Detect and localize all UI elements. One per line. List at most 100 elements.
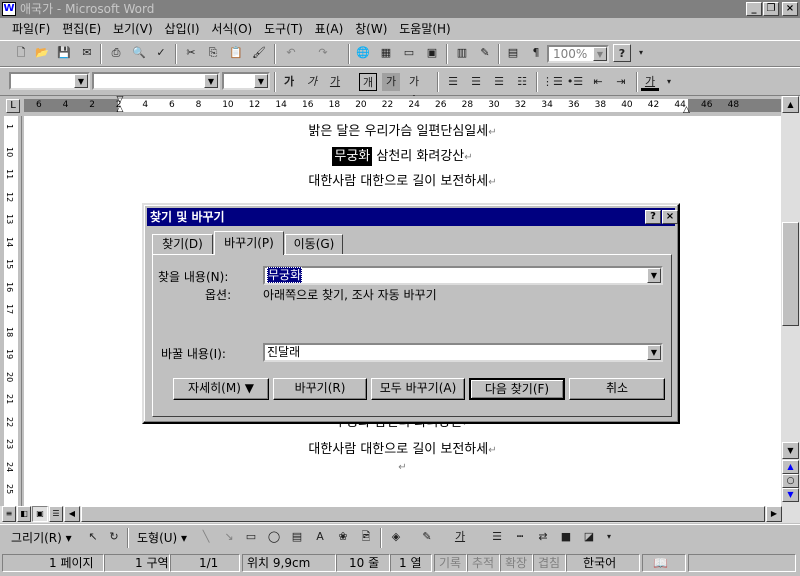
vertical-ruler[interactable]: 1 10 11 12 13 14 15 16 17 18 19 20 21 22 23 24 25 [0, 116, 22, 506]
dialog-help-icon[interactable]: ? [645, 210, 661, 224]
menu-edit[interactable]: 편집(E) [58, 18, 105, 40]
status-language[interactable]: 한국어 [566, 554, 640, 572]
insert-table-icon[interactable]: ▭ [400, 44, 418, 62]
align-right-icon[interactable]: ☰ [490, 73, 508, 91]
print-preview-icon[interactable]: 🔍 [130, 44, 148, 62]
replace-with-input[interactable]: 진달래 ▼ [263, 343, 663, 362]
menu-window[interactable]: 창(W) [351, 18, 391, 40]
rectangle-icon[interactable]: ▭ [242, 528, 260, 546]
clipart-icon[interactable]: ❀ [334, 528, 352, 546]
spelling-icon[interactable]: ✓ [152, 44, 170, 62]
format-painter-icon[interactable]: 🖌 [250, 44, 268, 62]
align-center-icon[interactable]: ☰ [467, 73, 485, 91]
chevron-down-icon[interactable]: ▼ [647, 345, 661, 360]
bold-button[interactable]: 가 [280, 73, 298, 91]
document-map-icon[interactable]: ▤ [504, 44, 522, 62]
word-app-icon[interactable]: W [2, 2, 16, 16]
status-ext[interactable]: 확장 [500, 554, 533, 572]
more-button[interactable]: 자세히(M) ▼ [173, 378, 269, 400]
line-color-icon[interactable]: ✎ [418, 528, 436, 546]
next-page-icon[interactable]: ▼ [782, 488, 799, 502]
columns-icon[interactable]: ▥ [453, 44, 471, 62]
chevron-down-icon[interactable]: ▼ [647, 268, 661, 283]
horizontal-scrollbar[interactable]: ≡ ◧ ▣ ☰ ◀ ▶ [0, 506, 800, 523]
find-what-input[interactable]: 무궁화 ▼ [263, 266, 663, 285]
oval-icon[interactable]: ◯ [265, 528, 283, 546]
paste-icon[interactable]: 📋 [227, 44, 245, 62]
tab-replace[interactable]: 바꾸기(P) [214, 231, 284, 255]
drawing-icon[interactable]: ✎ [476, 44, 494, 62]
previous-page-icon[interactable]: ▲ [782, 460, 799, 474]
close-icon[interactable]: × [782, 2, 798, 16]
scroll-right-icon[interactable]: ▶ [766, 506, 782, 522]
3d-icon[interactable]: ◪ [580, 528, 598, 546]
menu-format[interactable]: 서식(O) [207, 18, 256, 40]
font-color-button[interactable]: 가 [641, 73, 659, 91]
chevron-down-icon[interactable]: ▼ [204, 74, 218, 88]
cancel-button[interactable]: 취소 [569, 378, 665, 400]
restore-icon[interactable]: ❐ [763, 2, 779, 16]
char-border-button[interactable]: 개 [359, 73, 377, 91]
cut-icon[interactable]: ✂ [182, 44, 200, 62]
scroll-left-icon[interactable]: ◀ [64, 506, 80, 522]
dialog-title-bar[interactable]: 찾기 및 바꾸기 ? × [147, 208, 678, 226]
minimize-icon[interactable]: _ [746, 2, 762, 16]
help-icon[interactable]: ? [613, 44, 631, 62]
normal-view-icon[interactable]: ≡ [2, 506, 16, 522]
menu-table[interactable]: 표(A) [311, 18, 348, 40]
font-select[interactable]: ▼ [92, 72, 220, 90]
show-hide-icon[interactable]: ¶ [527, 44, 545, 62]
dash-style-icon[interactable]: ┅ [511, 528, 529, 546]
status-rec[interactable]: 기록 [434, 554, 467, 572]
font-size-select[interactable]: ▼ [222, 72, 270, 90]
toolbar-options-icon[interactable]: ▾ [600, 528, 618, 546]
arrow-style-icon[interactable]: ⇄ [534, 528, 552, 546]
horizontal-ruler[interactable]: L 6 4 2 2 4 6 8 10 12 14 16 18 20 22 24 26 28 30 32 34 36 38 4… [0, 96, 800, 116]
scroll-up-icon[interactable]: ▲ [782, 96, 799, 113]
fill-color-icon[interactable]: ◈ [387, 528, 405, 546]
copy-icon[interactable]: ⎘ [204, 44, 222, 62]
undo-icon[interactable]: ↶ [282, 44, 300, 62]
menu-help[interactable]: 도움말(H) [395, 18, 455, 40]
hscroll-thumb[interactable] [81, 506, 765, 522]
arrow-icon[interactable]: ↘ [220, 528, 238, 546]
web-view-icon[interactable]: ◧ [17, 506, 31, 522]
increase-indent-icon[interactable]: ⇥ [612, 73, 630, 91]
decrease-indent-icon[interactable]: ⇤ [589, 73, 607, 91]
toolbar-options-icon[interactable]: ▾ [660, 73, 678, 91]
line-style-icon[interactable]: ☰ [488, 528, 506, 546]
scroll-down-icon[interactable]: ▼ [782, 442, 799, 459]
chevron-down-icon[interactable]: ▼ [593, 47, 607, 61]
window-title-bar[interactable]: W 애국가 - Microsoft Word _ ❐ × [0, 0, 800, 18]
vertical-scrollbar[interactable]: ▲ ▼ ▲ ○ ▼ [781, 96, 800, 506]
draw-menu-button[interactable]: 그리기(R) ▾ [11, 529, 72, 546]
scroll-thumb[interactable] [782, 222, 799, 326]
new-document-icon[interactable]: 🗋 [12, 44, 30, 62]
italic-button[interactable]: 가 [303, 73, 321, 91]
line-icon[interactable]: ╲ [197, 528, 215, 546]
redo-icon[interactable]: ↷ [314, 44, 332, 62]
menu-file[interactable]: 파일(F) [8, 18, 54, 40]
underline-button[interactable]: 가 [326, 73, 344, 91]
insert-picture-icon[interactable]: 🖻 [357, 528, 375, 546]
browse-object-icon[interactable]: ○ [782, 474, 799, 488]
right-indent-marker-icon[interactable]: △ [683, 105, 693, 115]
autoshapes-menu-button[interactable]: 도형(U) ▾ [137, 529, 187, 546]
replace-all-button[interactable]: 모두 바꾸기(A) [371, 378, 465, 400]
numbering-icon[interactable]: ⋮☰ [542, 73, 563, 91]
chevron-down-icon[interactable]: ▼ [74, 74, 88, 88]
align-left-icon[interactable]: ☰ [444, 73, 462, 91]
draw-font-color-button[interactable]: 가 [451, 528, 469, 546]
char-shading-button[interactable]: 가 [382, 73, 400, 91]
distribute-icon[interactable]: ☷ [513, 73, 531, 91]
spelling-status-icon[interactable]: 📖 [642, 554, 686, 572]
chevron-down-icon[interactable]: ▼ [254, 74, 268, 88]
toolbar-options-icon[interactable]: ▾ [632, 44, 650, 62]
menu-insert[interactable]: 삽입(I) [161, 18, 204, 40]
zoom-select[interactable]: 100% ▼ [547, 45, 609, 63]
menu-tools[interactable]: 도구(T) [260, 18, 307, 40]
menu-view[interactable]: 보기(V) [109, 18, 157, 40]
send-mail-icon[interactable]: ✉ [78, 44, 96, 62]
dialog-close-icon[interactable]: × [662, 210, 678, 224]
free-rotate-icon[interactable]: ↻ [105, 528, 123, 546]
